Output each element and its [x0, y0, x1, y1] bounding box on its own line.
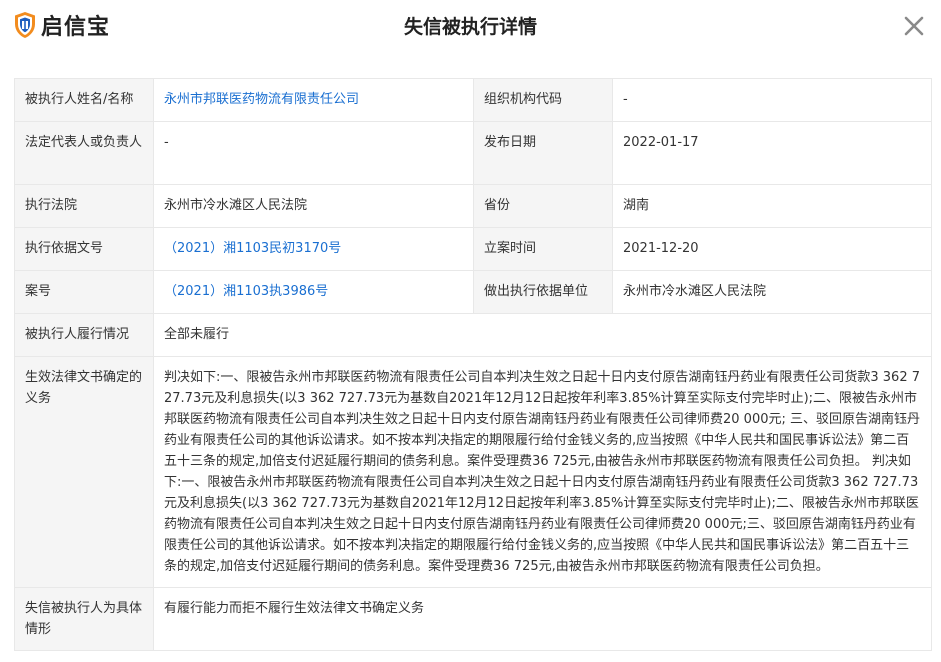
legal-rep-value: - — [153, 121, 474, 185]
case-no-link[interactable]: （2021）湘1103执3986号 — [164, 284, 328, 299]
obligation-label: 生效法律文书确定的义务 — [14, 356, 154, 588]
basis-unit-value: 永州市冷水滩区人民法院 — [612, 270, 932, 314]
table-row: 被执行人姓名/名称 永州市邦联医药物流有限责任公司 组织机构代码 - — [14, 78, 932, 122]
debtor-name-link[interactable]: 永州市邦联医药物流有限责任公司 — [164, 92, 359, 107]
publish-date-label: 发布日期 — [473, 121, 613, 185]
performance-label: 被执行人履行情况 — [14, 313, 154, 357]
org-code-value: - — [612, 78, 932, 122]
circumstance-value: 有履行能力而拒不履行生效法律文书确定义务 — [153, 587, 932, 651]
table-row: 执行依据文号 （2021）湘1103民初3170号 立案时间 2021-12-2… — [14, 227, 932, 271]
publish-date-value: 2022-01-17 — [612, 121, 932, 185]
table-row: 被执行人履行情况 全部未履行 — [14, 313, 932, 357]
case-no-cell: （2021）湘1103执3986号 — [153, 270, 474, 314]
table-row: 生效法律文书确定的义务 判决如下:一、限被告永州市邦联医药物流有限责任公司自本判… — [14, 356, 932, 588]
table-row: 法定代表人或负责人 - 发布日期 2022-01-17 — [14, 121, 932, 185]
province-label: 省份 — [473, 184, 613, 228]
court-label: 执行法院 — [14, 184, 154, 228]
basis-doc-cell: （2021）湘1103民初3170号 — [153, 227, 474, 271]
filing-date-label: 立案时间 — [473, 227, 613, 271]
debtor-name-label: 被执行人姓名/名称 — [14, 78, 154, 122]
province-value: 湖南 — [612, 184, 932, 228]
legal-rep-label: 法定代表人或负责人 — [14, 121, 154, 185]
case-no-label: 案号 — [14, 270, 154, 314]
debtor-name-cell: 永州市邦联医药物流有限责任公司 — [153, 78, 474, 122]
detail-table: 被执行人姓名/名称 永州市邦联医药物流有限责任公司 组织机构代码 - 法定代表人… — [14, 78, 932, 651]
performance-value: 全部未履行 — [153, 313, 932, 357]
table-row: 失信被执行人为具体情形 有履行能力而拒不履行生效法律文书确定义务 — [14, 587, 932, 651]
page-title: 失信被执行详情 — [403, 16, 537, 38]
basis-doc-label: 执行依据文号 — [14, 227, 154, 271]
court-value: 永州市冷水滩区人民法院 — [153, 184, 474, 228]
org-code-label: 组织机构代码 — [473, 78, 613, 122]
circumstance-label: 失信被执行人为具体情形 — [14, 587, 154, 651]
basis-unit-label: 做出执行依据单位 — [473, 270, 613, 314]
close-icon — [901, 13, 927, 39]
obligation-value: 判决如下:一、限被告永州市邦联医药物流有限责任公司自本判决生效之日起十日内支付原… — [153, 356, 932, 588]
basis-doc-link[interactable]: （2021）湘1103民初3170号 — [164, 241, 341, 256]
table-row: 案号 （2021）湘1103执3986号 做出执行依据单位 永州市冷水滩区人民法… — [14, 270, 932, 314]
filing-date-value: 2021-12-20 — [612, 227, 932, 271]
header: 启信宝 失信被执行详情 — [0, 0, 941, 52]
close-button[interactable] — [901, 13, 927, 39]
table-row: 执行法院 永州市冷水滩区人民法院 省份 湖南 — [14, 184, 932, 228]
